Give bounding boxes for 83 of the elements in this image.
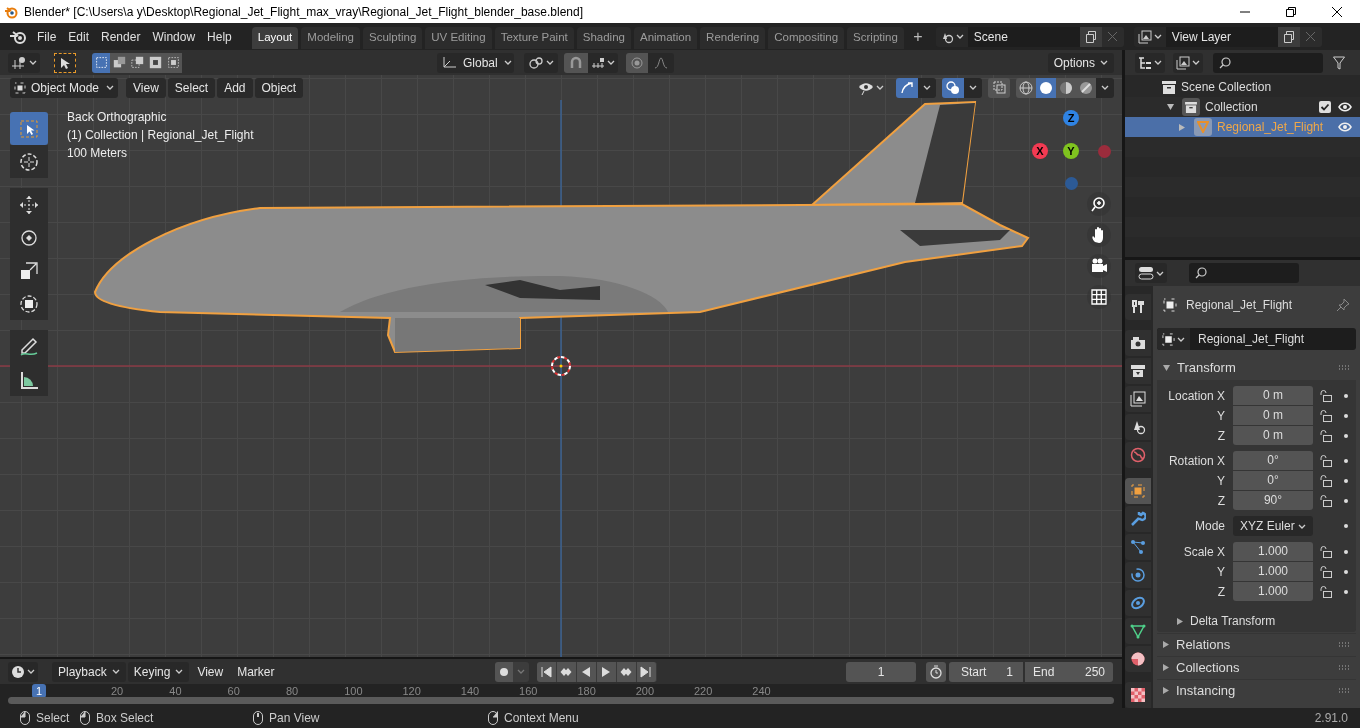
field-label: Location X [1167, 387, 1225, 405]
outliner-item-label: Regional_Jet_Flight [1217, 119, 1325, 136]
end-frame-field[interactable]: End 250 [1025, 661, 1113, 682]
status-hint: Select [36, 710, 70, 727]
end-frame-label: End [1033, 663, 1056, 681]
workspace-tab[interactable]: Shading [576, 26, 631, 49]
menu-item[interactable]: Marker [231, 661, 281, 682]
frame-number: 180 [576, 684, 597, 698]
field-label: Z [1216, 583, 1225, 601]
number-field[interactable]: 0° [1233, 451, 1313, 470]
menu-item[interactable]: File [31, 26, 63, 47]
scene-field[interactable]: Scene [967, 26, 1080, 47]
view-layer-field[interactable]: View Layer [1165, 26, 1278, 47]
workspace-tab[interactable]: Animation [633, 26, 698, 49]
viewport-info-text: 100 Meters [67, 145, 129, 162]
field-label: Rotation X [1167, 452, 1225, 470]
outliner-item-label: Scene Collection [1181, 79, 1273, 96]
current-frame-field[interactable]: 1 [846, 661, 916, 682]
frame-number: 120 [401, 684, 422, 698]
mode-dropdown[interactable]: Object Mode [10, 77, 118, 98]
field-label: Y [1216, 407, 1225, 425]
number-field[interactable]: 1.000 [1233, 562, 1313, 581]
field-label: Y [1216, 563, 1225, 581]
workspace-tab[interactable]: Modeling [301, 26, 360, 49]
workspace-tab[interactable]: Compositing [768, 26, 845, 49]
panel-header[interactable]: Transform [1157, 356, 1356, 380]
menu-item[interactable]: Playback [52, 661, 126, 682]
object-name: Regional_Jet_Flight [1186, 297, 1294, 314]
viewport-info-text: Back Orthographic [67, 109, 168, 126]
start-frame-field[interactable]: Start 1 [949, 661, 1023, 682]
field-label: Z [1216, 492, 1225, 510]
number-field[interactable]: 0 m [1233, 426, 1313, 445]
number-field[interactable]: 0 m [1233, 406, 1313, 425]
subpanel-header[interactable]: Delta Transform [1157, 611, 1356, 631]
field-label: Y [1216, 472, 1225, 490]
menu-item[interactable]: Edit [62, 26, 96, 47]
workspace-tab[interactable]: Texture Paint [494, 26, 574, 49]
number-field[interactable]: 90° [1233, 491, 1313, 510]
outliner-item-label: Collection [1205, 99, 1259, 116]
frame-number: 1 [32, 684, 47, 698]
number-field[interactable]: 0 m [1233, 386, 1313, 405]
window-title: Blender* [C:\Users\a y\Desktop\Regional_Jet_Flight_max_vray\Regional_Jet_Flight_blender_base.blend] [24, 3, 583, 21]
field-label: Scale X [1182, 543, 1225, 561]
frame-number: 60 [226, 684, 241, 698]
start-frame-label: Start [961, 663, 988, 681]
frame-number: 240 [751, 684, 772, 698]
frame-number: 20 [110, 684, 125, 698]
menu-item[interactable]: Render [95, 26, 147, 47]
number-field[interactable]: 1.000 [1233, 582, 1313, 601]
menu-item[interactable]: View [126, 77, 166, 98]
frame-number: 100 [343, 684, 364, 698]
rotation-mode-dropdown[interactable]: XYZ Euler [1233, 516, 1313, 536]
frame-number: 220 [693, 684, 714, 698]
workspace-tab[interactable]: Layout [251, 26, 299, 49]
field-label: Z [1216, 427, 1225, 445]
frame-number: 200 [634, 684, 656, 698]
version-label: 2.91.0 [1314, 710, 1348, 727]
frame-number: 40 [168, 684, 183, 698]
menu-item[interactable]: Keying [127, 661, 190, 682]
panel-header[interactable]: Instancing [1157, 679, 1356, 701]
number-field[interactable]: 1.000 [1233, 542, 1313, 561]
workspace-tab[interactable]: Rendering [700, 26, 766, 49]
status-hint: Pan View [269, 710, 320, 727]
add-workspace-button[interactable]: + [909, 24, 926, 49]
frame-number: 140 [459, 684, 481, 698]
menu-item[interactable]: View [191, 661, 230, 682]
frame-number: 160 [518, 684, 539, 698]
end-frame-value: 250 [1084, 663, 1105, 681]
frame-number: 80 [284, 684, 300, 698]
field-label: Mode [1193, 518, 1225, 535]
workspace-tab[interactable]: Sculpting [362, 26, 423, 49]
menu-item[interactable]: Window [146, 26, 202, 47]
workspace-tab[interactable]: UV Editing [425, 26, 492, 49]
status-hint: Context Menu [504, 710, 579, 727]
start-frame-value: 1 [1006, 663, 1013, 681]
options-dropdown[interactable]: Options [1047, 52, 1114, 73]
number-field[interactable]: 0° [1233, 471, 1313, 490]
menu-item[interactable]: Help [201, 26, 238, 47]
workspace-tab[interactable]: Scripting [847, 26, 904, 49]
viewport-info-text: (1) Collection | Regional_Jet_Flight [67, 127, 254, 144]
status-hint: Box Select [96, 710, 154, 727]
orientation-dropdown[interactable]: Global [437, 52, 514, 73]
menu-item[interactable]: Add [217, 77, 253, 98]
